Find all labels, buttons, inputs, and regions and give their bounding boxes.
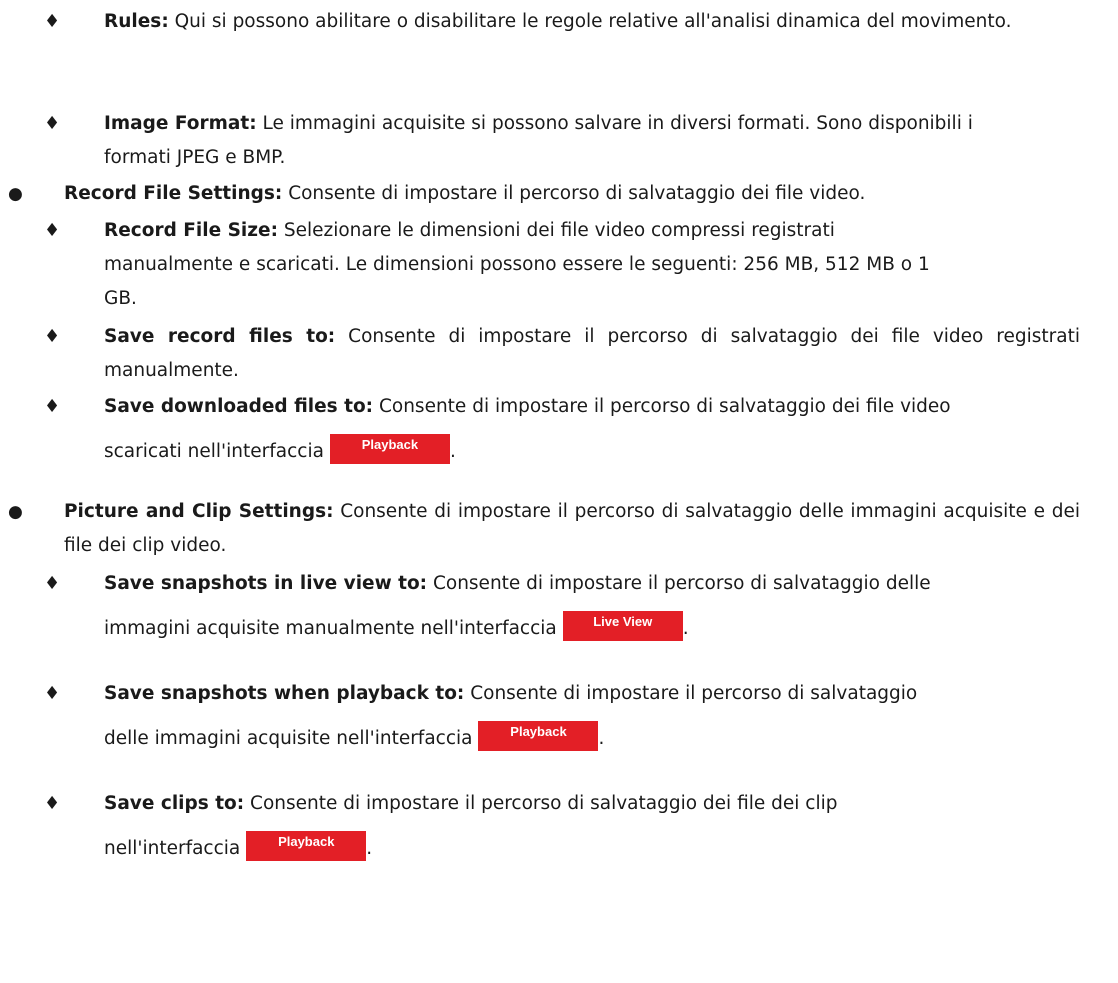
list-item-save-clips: ♦ Save clips to: Consente di impostare i… — [44, 787, 1080, 877]
diamond-bullet-icon: ♦ — [44, 113, 61, 134]
playback-button[interactable]: Playback — [478, 721, 599, 751]
diamond-bullet-icon: ♦ — [44, 573, 61, 594]
item-text: Consente di impostare il percorso di sal… — [464, 683, 918, 704]
item-label: Image Format: — [104, 113, 257, 134]
period: . — [598, 728, 605, 749]
diamond-bullet-icon: ♦ — [44, 396, 61, 417]
item-label: Picture and Clip Settings: — [64, 501, 334, 522]
period: . — [449, 441, 456, 462]
list-item-save-snapshots-playback: ♦ Save snapshots when playback to: Conse… — [44, 677, 1080, 767]
item-label: Save downloaded files to: — [104, 396, 374, 417]
playback-button[interactable]: Playback — [246, 831, 367, 861]
item-text: Consente di impostare il percorso di sal… — [427, 573, 931, 594]
list-item-image-format: ♦ Image Format: Le immagini acquisite si… — [44, 107, 1004, 175]
item-text: immagini acquisite manualmente nell'inte… — [104, 618, 557, 639]
diamond-bullet-icon: ♦ — [44, 220, 61, 241]
diamond-bullet-icon: ♦ — [44, 11, 61, 32]
round-bullet-icon: ● — [8, 184, 23, 204]
item-text: Consente di impostare il percorso di sal… — [373, 396, 951, 417]
item-label: Record File Size: — [104, 220, 278, 241]
item-label: Record File Settings: — [64, 183, 283, 204]
item-text: scaricati nell'interfaccia — [104, 441, 324, 462]
period: . — [366, 838, 373, 859]
item-label: Rules: — [104, 11, 169, 32]
list-item-record-file-settings: ● Record File Settings: Consente di impo… — [8, 177, 1080, 211]
live-view-button[interactable]: Live View — [562, 611, 683, 641]
item-text: Consente di impostare il percorso di sal… — [244, 793, 838, 814]
diamond-bullet-icon: ♦ — [44, 683, 61, 704]
list-item-save-snapshots-live-view: ♦ Save snapshots in live view to: Consen… — [44, 567, 1080, 657]
item-text: delle immagini acquisite nell'interfacci… — [104, 728, 473, 749]
diamond-bullet-icon: ♦ — [44, 326, 61, 347]
diamond-bullet-icon: ♦ — [44, 793, 61, 814]
playback-button[interactable]: Playback — [329, 434, 450, 464]
item-label: Save clips to: — [104, 793, 245, 814]
item-label: Save snapshots in live view to: — [104, 573, 428, 594]
list-item-save-downloaded-files: ♦ Save downloaded files to: Consente di … — [44, 390, 1080, 480]
period: . — [682, 618, 689, 639]
list-item-rules: ♦ Rules: Qui si possono abilitare o disa… — [44, 5, 1080, 39]
round-bullet-icon: ● — [8, 502, 23, 522]
item-label: Save snapshots when playback to: — [104, 683, 465, 704]
list-item-record-file-size: ♦ Record File Size: Selezionare le dimen… — [44, 214, 964, 316]
list-item-save-record-files: ♦ Save record files to: Consente di impo… — [44, 320, 1080, 388]
item-label: Save record files to: — [104, 326, 336, 347]
list-item-picture-clip-settings: ● Picture and Clip Settings: Consente di… — [8, 495, 1080, 563]
document-page: ♦ Rules: Qui si possono abilitare o disa… — [0, 0, 1118, 983]
item-text: nell'interfaccia — [104, 838, 241, 859]
item-text: Qui si possono abilitare o disabilitare … — [168, 11, 1012, 32]
item-text: Consente di impostare il percorso di sal… — [282, 183, 866, 204]
